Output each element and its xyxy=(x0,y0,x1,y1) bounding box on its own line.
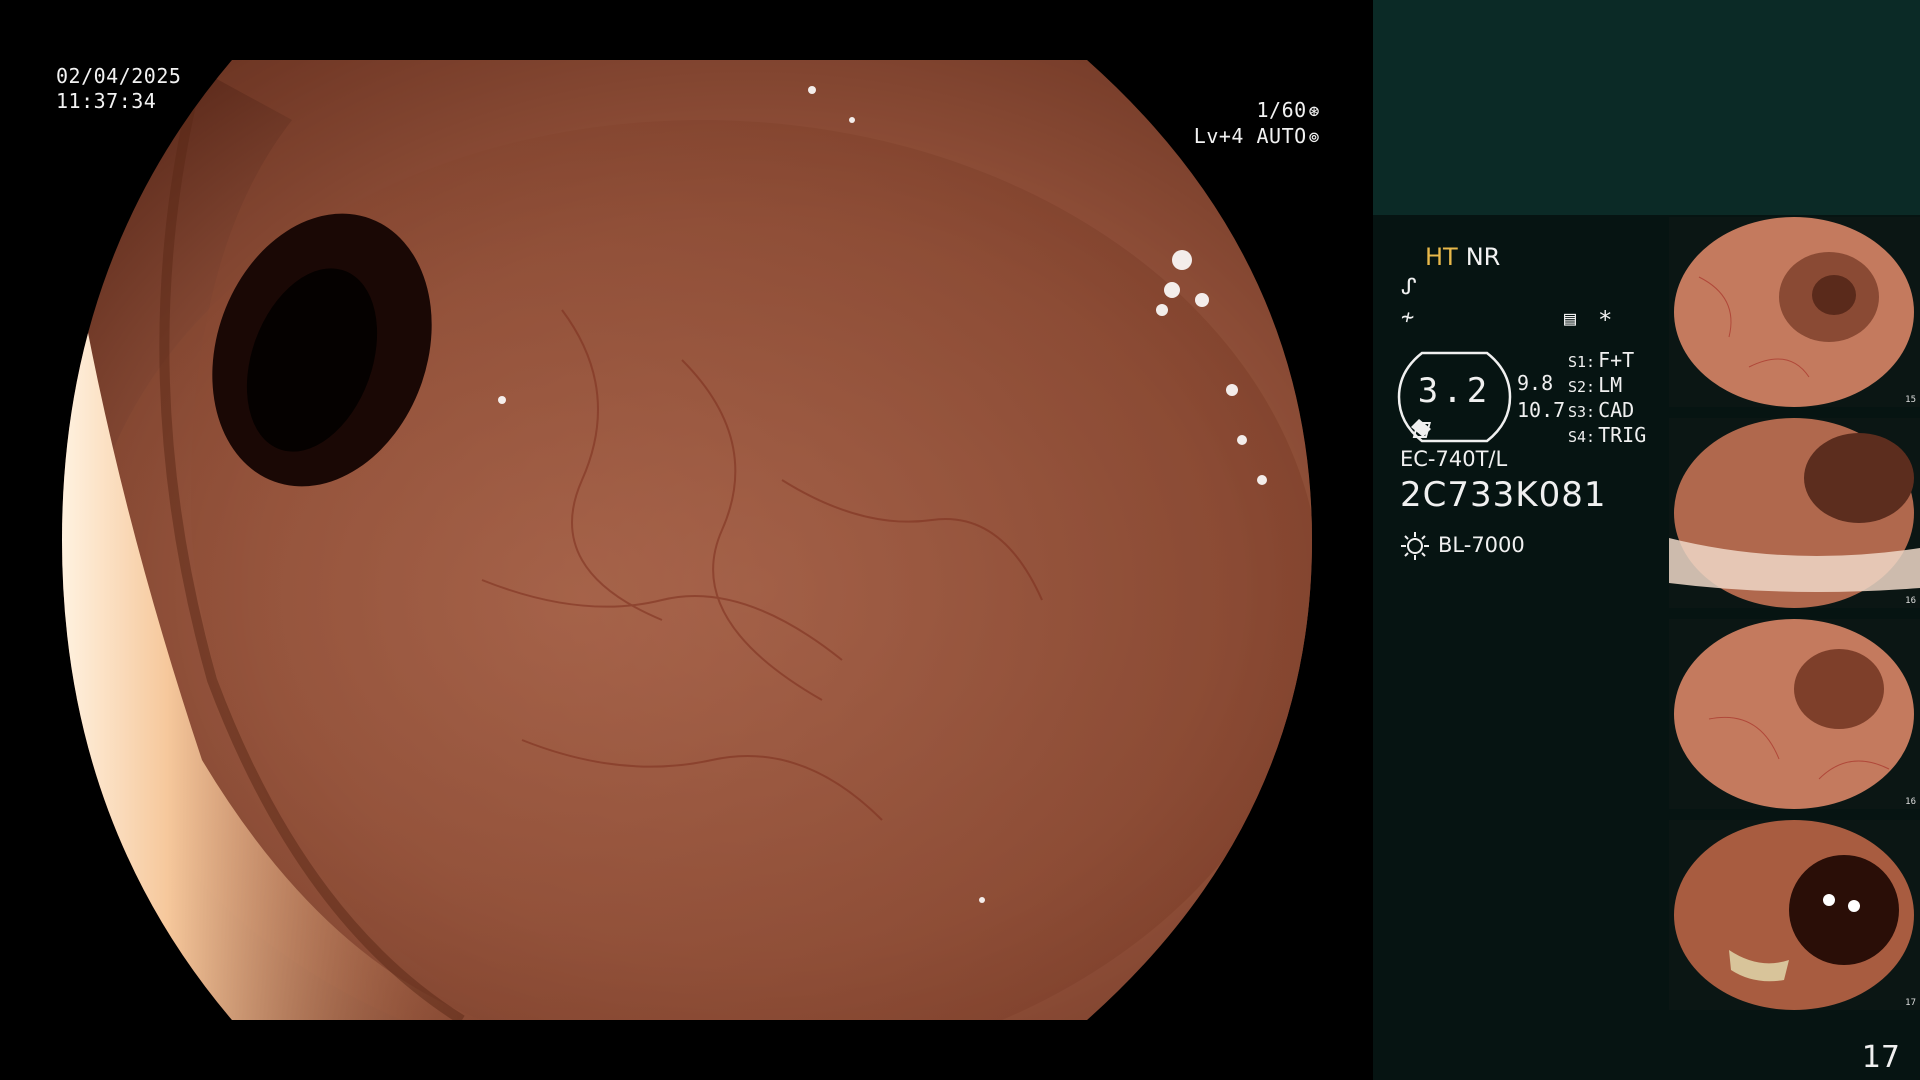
switch-row: S3: CAD xyxy=(1568,398,1635,422)
exposure-readout: 1/60 ⊛ Lv+4 AUTO ⊚ xyxy=(1100,98,1320,150)
thumbnail[interactable]: 15 xyxy=(1669,217,1920,407)
switch-row: S2: LM xyxy=(1568,373,1623,397)
date-text: 02/04/2025 xyxy=(56,64,182,88)
scope-serial: 2C733K081 xyxy=(1400,475,1607,515)
datetime-readout: 02/04/2025 11:37:34 xyxy=(56,64,181,114)
gauge-side-bottom: 10.7 xyxy=(1517,398,1566,422)
ht-nr-indicator: HT NR xyxy=(1425,243,1500,271)
gauge-value: 3.2 xyxy=(1417,371,1492,411)
thumbnail-number: 15 xyxy=(1905,395,1916,405)
gear-icon: ⊛ xyxy=(1308,101,1320,122)
level-mode-text: Lv+4 AUTO xyxy=(1193,124,1307,148)
switch-row: S4: TRIG xyxy=(1568,423,1647,447)
nr-label: NR xyxy=(1465,243,1501,271)
shutter-text: 1/60 xyxy=(1256,98,1307,122)
gauge-side-top: 9.8 xyxy=(1517,371,1554,395)
ht-label: HT xyxy=(1425,243,1458,271)
thumbnail-number: 17 xyxy=(1905,998,1916,1008)
asterisk-indicator: * xyxy=(1598,306,1613,334)
image-count: 17 xyxy=(1861,1040,1900,1075)
scope-model: EC-740T/L xyxy=(1400,447,1508,471)
thumbnail-image xyxy=(1669,619,1920,809)
thumbnail-image xyxy=(1669,217,1920,407)
light-source-label: BL-7000 xyxy=(1438,533,1525,557)
switch-row: S1: F+T xyxy=(1568,348,1635,372)
iris-icon: ⊚ xyxy=(1308,127,1320,148)
thumbnail[interactable]: 16 xyxy=(1669,418,1920,608)
thumbnail-image xyxy=(1669,418,1920,608)
endoscope-main-view xyxy=(62,60,1312,1020)
info-panel-header xyxy=(1373,0,1920,215)
memo-icon: ▤ xyxy=(1564,306,1577,330)
thumbnail-number: 16 xyxy=(1905,797,1916,807)
thumbnail[interactable]: 16 xyxy=(1669,619,1920,809)
thumbnail[interactable]: 17 xyxy=(1669,820,1920,1010)
thumbnail-number: 16 xyxy=(1905,596,1916,606)
thumbnail-image xyxy=(1669,820,1920,1010)
time-text: 11:37:34 xyxy=(56,89,157,113)
noise-filter-icon: ≁ xyxy=(1401,305,1415,330)
enhance-curve-icon: ᔑ xyxy=(1401,275,1417,300)
light-source-icon xyxy=(1401,532,1429,560)
